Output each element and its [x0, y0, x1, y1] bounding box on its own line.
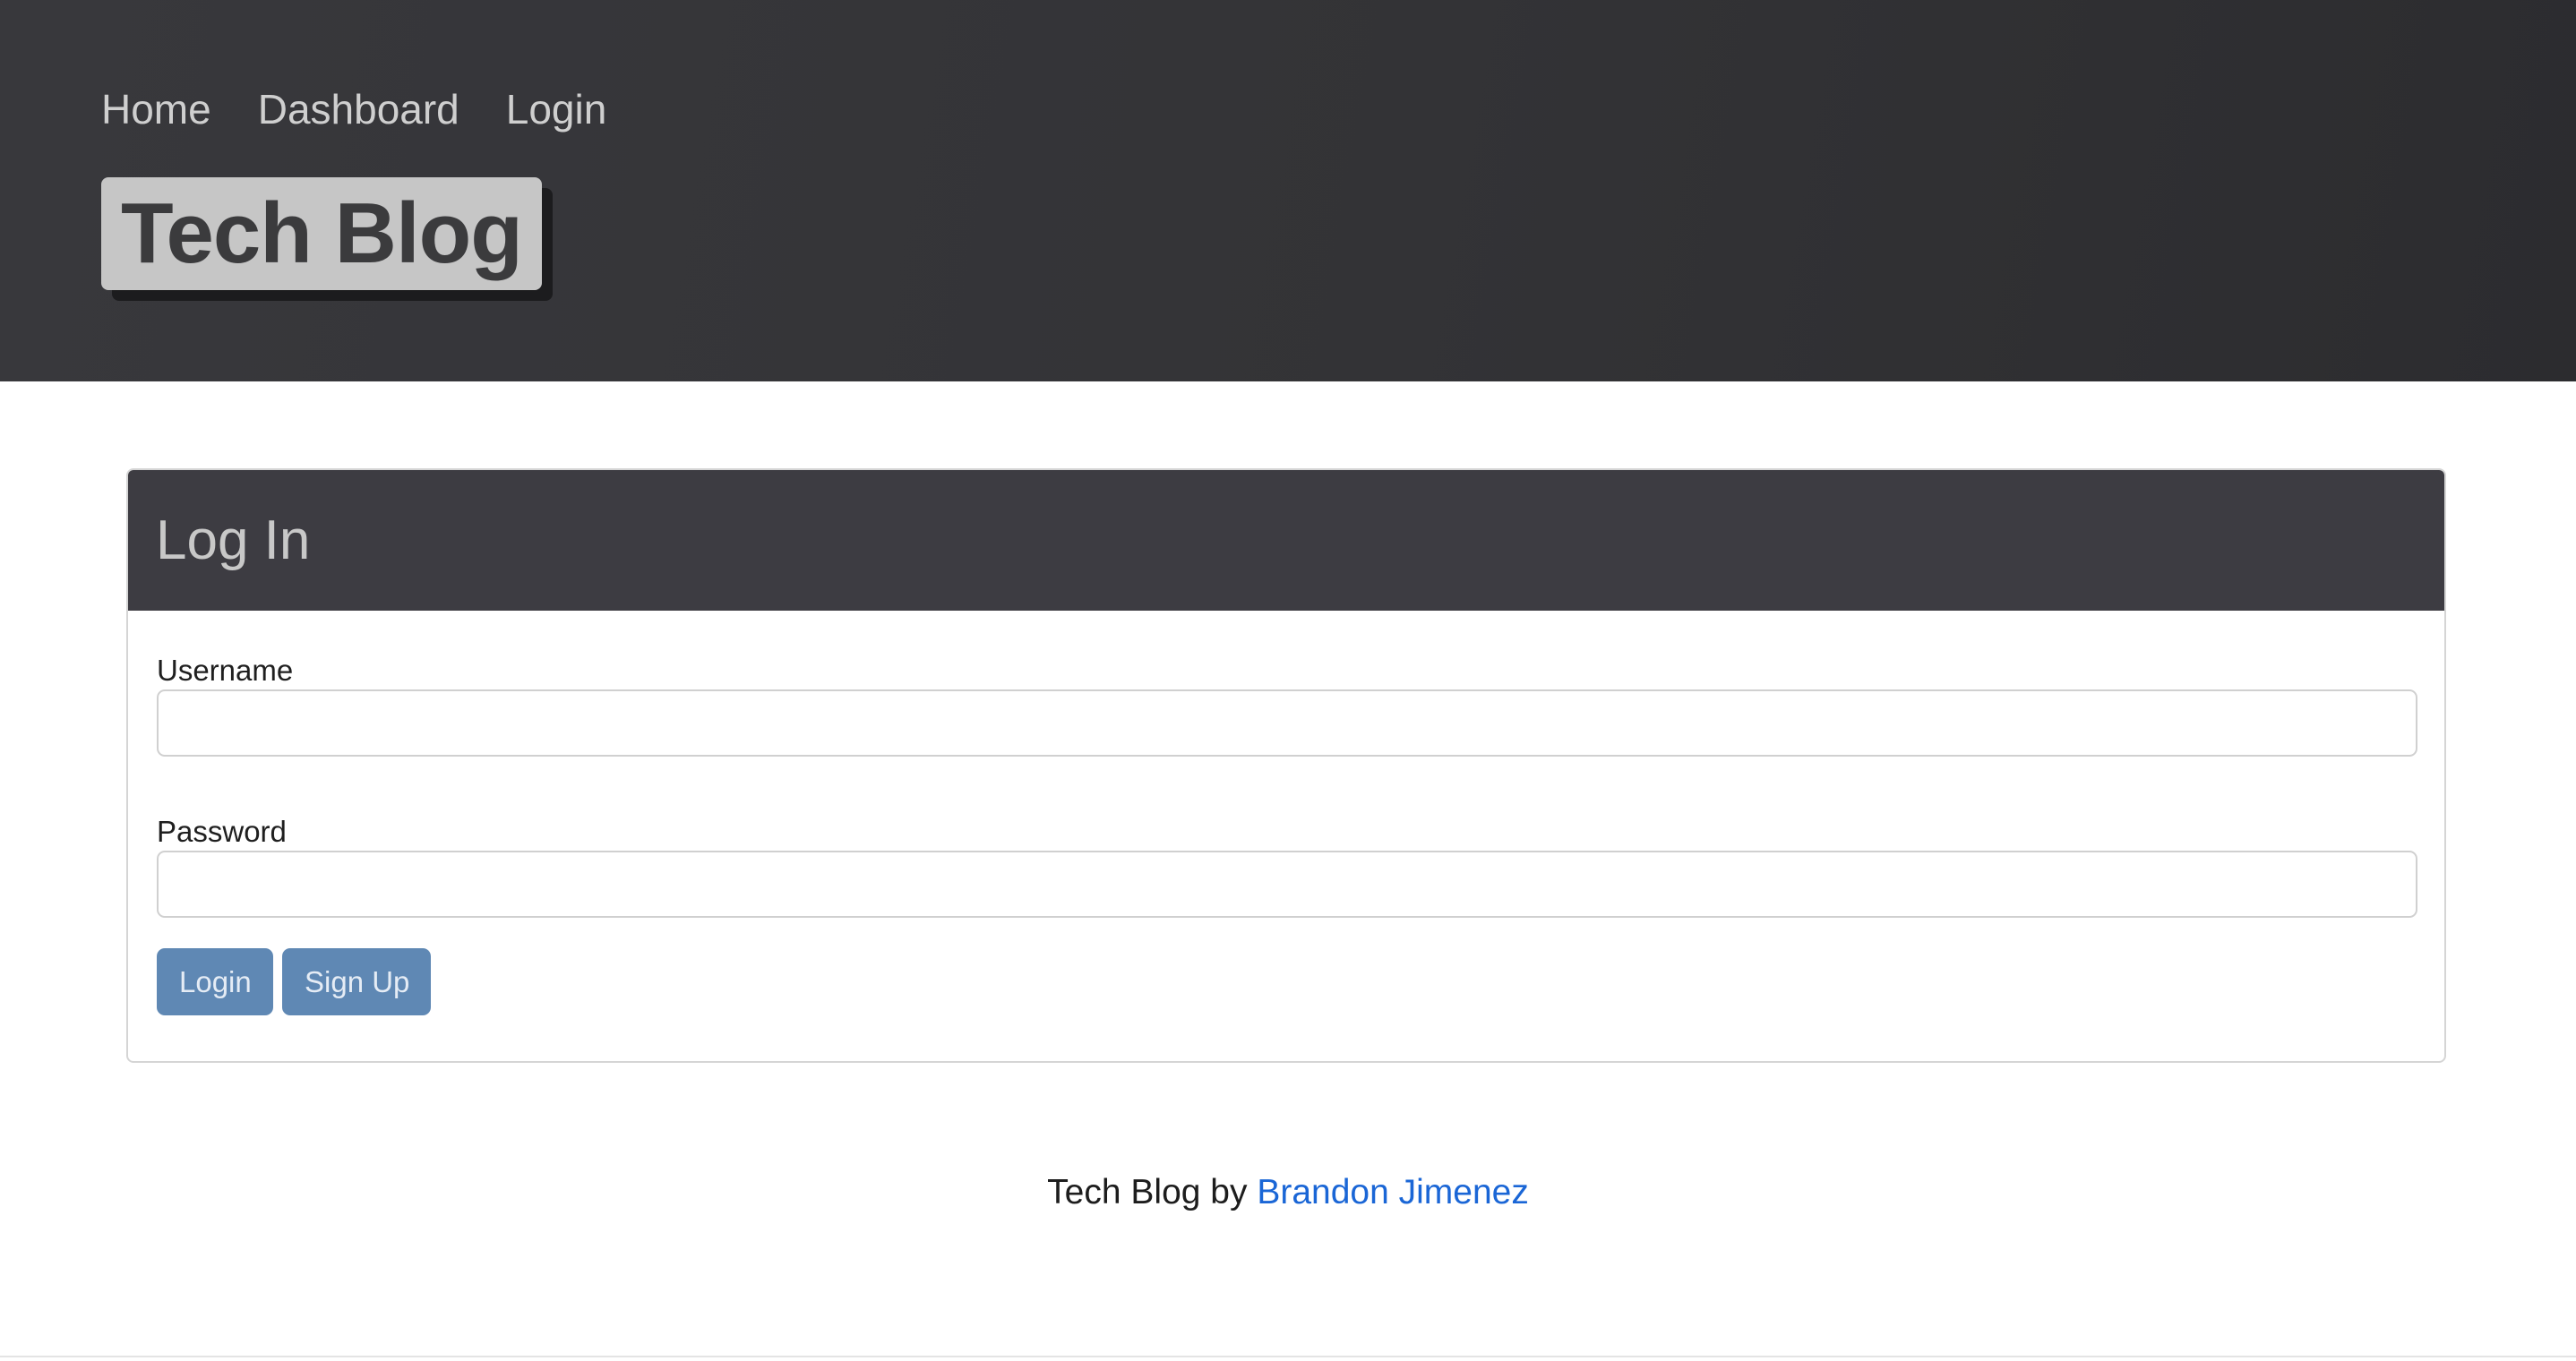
main-nav: Home Dashboard Login — [101, 82, 606, 136]
login-card-header: Log In — [128, 470, 2444, 611]
nav-login-link[interactable]: Login — [506, 82, 607, 136]
login-button[interactable]: Login — [157, 948, 273, 1015]
login-card-title: Log In — [156, 509, 311, 571]
site-title[interactable]: Tech Blog — [101, 177, 542, 290]
username-label: Username — [157, 654, 294, 687]
signup-button[interactable]: Sign Up — [282, 948, 431, 1015]
password-input[interactable] — [157, 851, 2417, 918]
site-footer: Tech Blog by Brandon Jimenez — [0, 1173, 2576, 1212]
username-input[interactable] — [157, 689, 2417, 757]
author-link[interactable]: Brandon Jimenez — [1257, 1173, 1529, 1211]
password-label: Password — [157, 815, 287, 848]
login-card: Log In Username Password Login Sign Up — [126, 468, 2446, 1063]
nav-dashboard-link[interactable]: Dashboard — [258, 82, 459, 136]
bottom-divider — [0, 1356, 2576, 1357]
footer-text: Tech Blog by — [1047, 1173, 1258, 1211]
nav-home-link[interactable]: Home — [101, 82, 211, 136]
site-header: Home Dashboard Login Tech Blog — [0, 0, 2576, 381]
